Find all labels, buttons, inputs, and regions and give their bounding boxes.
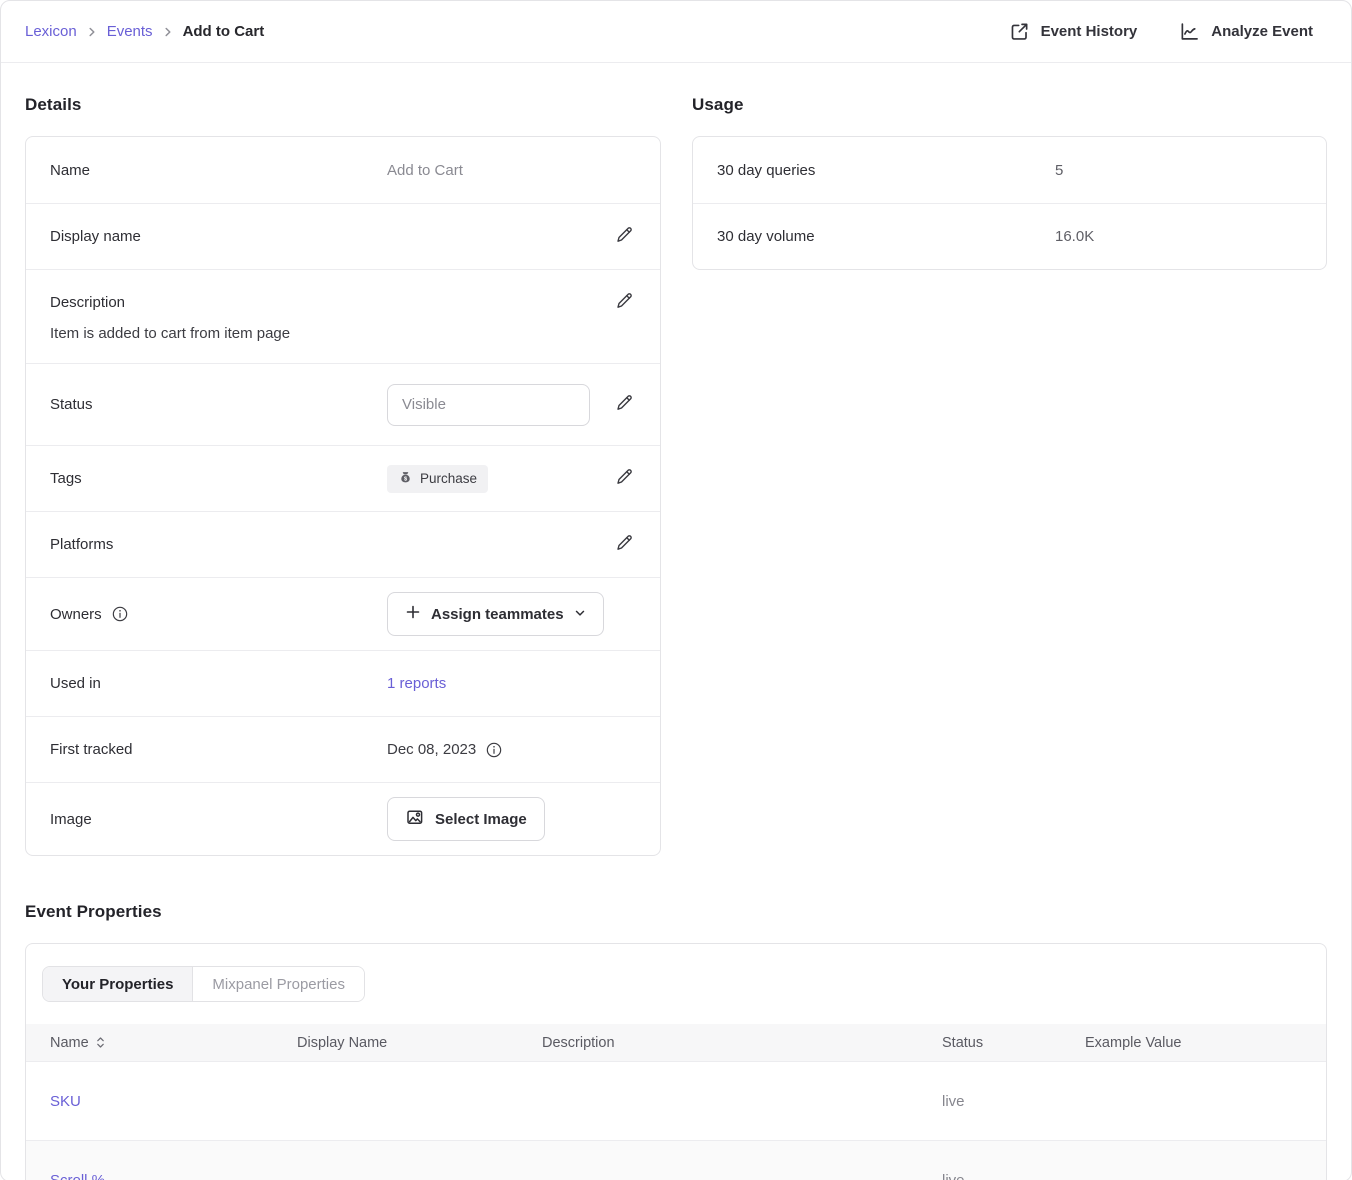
edit-description-button[interactable] <box>612 289 636 316</box>
details-section: Details Name Add to Cart Display name <box>25 89 661 856</box>
tab-your-properties[interactable]: Your Properties <box>43 967 193 1001</box>
info-icon[interactable] <box>111 605 129 623</box>
usage-row-queries: 30 day queries 5 <box>693 137 1326 203</box>
sort-icon <box>96 1036 105 1049</box>
usage-row-volume: 30 day volume 16.0K <box>693 203 1326 269</box>
info-icon[interactable] <box>485 741 503 759</box>
edit-display-name-button[interactable] <box>612 223 636 250</box>
details-title: Details <box>25 95 661 115</box>
property-status: live <box>942 1172 1085 1180</box>
table-row[interactable]: Scroll % live <box>26 1140 1326 1180</box>
first-tracked-label: First tracked <box>50 741 387 758</box>
detail-row-description: Description Item is added to ca <box>26 269 660 363</box>
usage-section: Usage 30 day queries 5 30 day volume 16.… <box>692 89 1327 270</box>
volume-label: 30 day volume <box>717 228 1055 245</box>
event-history-label: Event History <box>1041 23 1138 40</box>
select-image-label: Select Image <box>435 811 527 828</box>
detail-row-name: Name Add to Cart <box>26 137 660 203</box>
tags-label: Tags <box>50 470 387 487</box>
details-card: Name Add to Cart Display name <box>25 136 661 856</box>
property-name-link[interactable]: Scroll % <box>50 1172 297 1180</box>
detail-row-owners: Owners <box>26 577 660 650</box>
detail-row-platforms: Platforms <box>26 511 660 577</box>
column-header-example-value[interactable]: Example Value <box>1085 1035 1326 1051</box>
pencil-icon <box>614 291 634 314</box>
image-label: Image <box>50 811 387 828</box>
property-name-link[interactable]: SKU <box>50 1093 297 1110</box>
name-label: Name <box>50 162 387 179</box>
properties-tabs: Your Properties Mixpanel Properties <box>42 966 365 1002</box>
line-chart-icon <box>1179 21 1200 42</box>
edit-platforms-button[interactable] <box>612 531 636 558</box>
detail-row-image: Image Select Image <box>26 782 660 855</box>
event-properties-section: Event Properties Your Properties Mixpane… <box>25 902 1327 1180</box>
used-in-label: Used in <box>50 675 387 692</box>
analyze-event-label: Analyze Event <box>1211 23 1313 40</box>
status-value-box[interactable]: Visible <box>387 384 590 426</box>
status-value: Visible <box>402 396 446 413</box>
name-value: Add to Cart <box>387 162 463 179</box>
first-tracked-value: Dec 08, 2023 <box>387 741 476 758</box>
edit-tags-button[interactable] <box>612 465 636 492</box>
owners-label: Owners <box>50 606 102 623</box>
pencil-icon <box>614 225 634 248</box>
money-bag-icon: $ <box>398 470 413 488</box>
event-properties-card: Your Properties Mixpanel Properties Name… <box>25 943 1327 1180</box>
event-properties-title: Event Properties <box>25 902 1327 922</box>
tag-chip-label: Purchase <box>420 471 477 486</box>
main-content: Details Name Add to Cart Display name <box>1 63 1351 1180</box>
properties-table-header: Name Display Name Description Status Exa… <box>26 1024 1326 1061</box>
image-icon <box>405 807 425 831</box>
analyze-event-button[interactable]: Analyze Event <box>1179 21 1313 42</box>
used-in-reports-link[interactable]: 1 reports <box>387 675 446 692</box>
plus-icon <box>405 604 421 624</box>
chevron-right-icon <box>86 26 98 38</box>
top-bar: Lexicon Events Add to Cart Event Histo <box>1 1 1351 63</box>
tag-chip-purchase[interactable]: $ Purchase <box>387 465 488 493</box>
queries-label: 30 day queries <box>717 162 1055 179</box>
top-actions: Event History Analyze Event <box>1009 21 1313 42</box>
description-label: Description <box>50 294 387 311</box>
column-header-display-name[interactable]: Display Name <box>297 1035 542 1051</box>
column-header-status[interactable]: Status <box>942 1035 1085 1051</box>
volume-value: 16.0K <box>1055 228 1094 245</box>
column-header-description[interactable]: Description <box>542 1035 942 1051</box>
column-name-label: Name <box>50 1035 89 1051</box>
breadcrumb-current-event: Add to Cart <box>183 23 265 40</box>
event-history-button[interactable]: Event History <box>1009 21 1138 42</box>
breadcrumb: Lexicon Events Add to Cart <box>25 23 264 40</box>
pencil-icon <box>614 393 634 416</box>
page: Lexicon Events Add to Cart Event Histo <box>0 0 1352 1180</box>
property-status: live <box>942 1093 1085 1110</box>
pencil-icon <box>614 533 634 556</box>
usage-card: 30 day queries 5 30 day volume 16.0K <box>692 136 1327 270</box>
platforms-label: Platforms <box>50 536 387 553</box>
breadcrumb-events[interactable]: Events <box>107 23 153 40</box>
display-name-label: Display name <box>50 228 387 245</box>
status-label: Status <box>50 396 387 413</box>
detail-row-used-in: Used in 1 reports <box>26 650 660 716</box>
pencil-icon <box>614 467 634 490</box>
edit-status-button[interactable] <box>612 391 636 418</box>
table-row[interactable]: SKU live <box>26 1061 1326 1140</box>
detail-row-display-name: Display name <box>26 203 660 269</box>
description-value: Item is added to cart from item page <box>50 325 636 342</box>
assign-teammates-button[interactable]: Assign teammates <box>387 592 604 636</box>
chevron-down-icon <box>574 606 586 623</box>
detail-row-first-tracked: First tracked Dec 08, 2023 <box>26 716 660 782</box>
tab-mixpanel-properties[interactable]: Mixpanel Properties <box>193 967 364 1001</box>
external-link-icon <box>1009 21 1030 42</box>
breadcrumb-lexicon[interactable]: Lexicon <box>25 23 77 40</box>
select-image-button[interactable]: Select Image <box>387 797 545 841</box>
chevron-right-icon <box>162 26 174 38</box>
usage-title: Usage <box>692 95 1327 115</box>
detail-row-status: Status Visible <box>26 363 660 445</box>
queries-value: 5 <box>1055 162 1063 179</box>
assign-teammates-label: Assign teammates <box>431 606 564 623</box>
column-header-name[interactable]: Name <box>50 1035 297 1051</box>
detail-row-tags: Tags $ Purchase <box>26 445 660 511</box>
